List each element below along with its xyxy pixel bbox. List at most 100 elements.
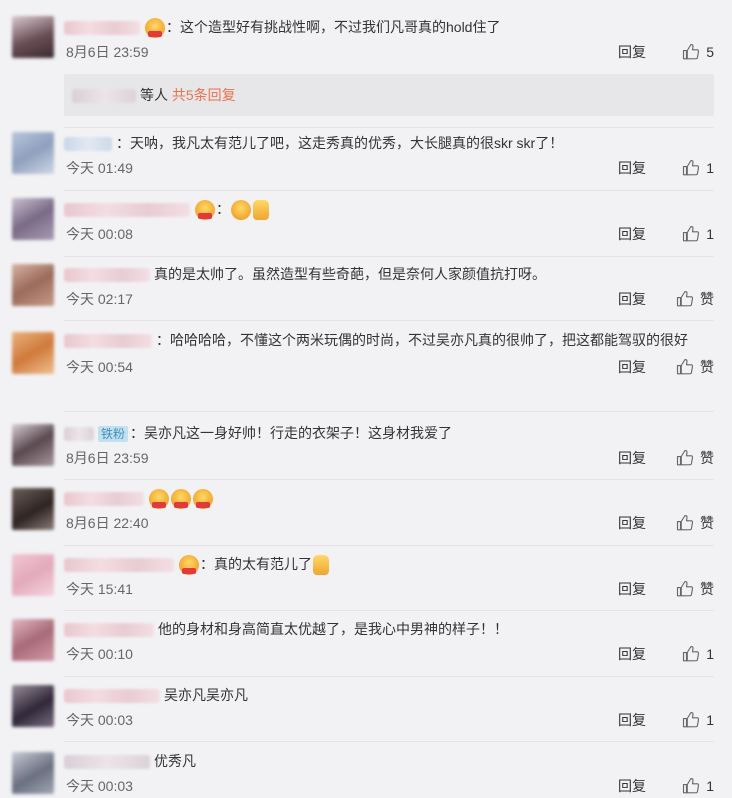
comment-text: ：吴亦凡这一身好帅！行走的衣架子！这身材我爱了 bbox=[130, 425, 453, 441]
crown-emoji-icon bbox=[193, 489, 213, 510]
like-button[interactable]: 1 bbox=[664, 774, 714, 798]
reply-button[interactable]: 回复 bbox=[618, 642, 646, 666]
comment-meta: 今天 00:03 回复 1 bbox=[64, 774, 714, 798]
divider bbox=[64, 411, 714, 412]
comment-body: 真的是太帅了。虽然造型有些奇葩，但是奈何人家颜值抗打呀。 bbox=[64, 261, 714, 287]
thumbs-up-icon bbox=[676, 358, 694, 375]
reply-button[interactable]: 回复 bbox=[618, 222, 646, 246]
crown-emoji-icon bbox=[195, 200, 215, 221]
comment-item: ：天呐，我凡太有范儿了吧，这走秀真的优秀，大长腿真的很skr skr了！ 今天 … bbox=[0, 130, 732, 180]
blush-emoji-icon bbox=[231, 200, 251, 221]
thumbs-up-icon bbox=[676, 449, 694, 466]
more-replies-link[interactable]: 共5条回复 bbox=[172, 87, 236, 103]
comment-meta: 今天 02:17 回复 赞 bbox=[64, 287, 714, 311]
like-button[interactable]: 赞 bbox=[664, 446, 714, 470]
crown-emoji-icon bbox=[179, 555, 199, 576]
like-count: 1 bbox=[706, 646, 714, 662]
divider bbox=[64, 741, 714, 742]
username[interactable] bbox=[64, 334, 152, 349]
like-button[interactable]: 1 bbox=[664, 222, 714, 246]
username[interactable] bbox=[72, 89, 136, 104]
comment-time: 今天 00:03 bbox=[66, 778, 133, 794]
divider bbox=[64, 545, 714, 546]
like-button[interactable]: 赞 bbox=[664, 577, 714, 601]
username[interactable] bbox=[64, 558, 174, 573]
comment-time: 今天 00:03 bbox=[66, 712, 133, 728]
comment-time: 今天 00:10 bbox=[66, 646, 133, 662]
reply-button[interactable]: 回复 bbox=[618, 577, 646, 601]
thumbs-up-icon bbox=[683, 159, 700, 176]
comment-meta: 8月6日 23:59 回复 5 bbox=[64, 40, 714, 64]
comment-item: 8月6日 22:40 回复 赞 bbox=[0, 485, 732, 535]
username[interactable] bbox=[64, 203, 190, 218]
username[interactable] bbox=[64, 755, 150, 770]
comment-time: 今天 00:08 bbox=[66, 226, 133, 242]
username[interactable] bbox=[64, 492, 144, 507]
comment-meta: 今天 01:49 回复 1 bbox=[64, 156, 714, 180]
comment-text: ：哈哈哈哈，不懂这个两米玩偶的时尚，不过吴亦凡真的很帅了，把这都能驾驭的很好 bbox=[156, 332, 688, 348]
username[interactable] bbox=[64, 137, 112, 152]
fan-badge: 铁粉 bbox=[98, 426, 129, 443]
comment-body: 优秀凡 bbox=[64, 748, 714, 774]
username[interactable] bbox=[64, 21, 140, 36]
comment-time: 今天 00:54 bbox=[66, 359, 133, 375]
like-button[interactable]: 5 bbox=[664, 40, 714, 64]
reply-button[interactable]: 回复 bbox=[618, 40, 646, 64]
more-replies[interactable]: 等人 共5条回复 bbox=[64, 74, 714, 116]
reply-button[interactable]: 回复 bbox=[618, 708, 646, 732]
thumbs-up-emoji-icon bbox=[313, 555, 329, 576]
divider bbox=[64, 127, 714, 128]
username[interactable] bbox=[64, 689, 160, 704]
reply-button[interactable]: 回复 bbox=[618, 156, 646, 180]
comment-body bbox=[64, 485, 714, 511]
thumbs-up-icon bbox=[683, 225, 700, 242]
divider bbox=[64, 676, 714, 677]
comment-meta: 今天 15:41 回复 赞 bbox=[64, 577, 714, 601]
divider bbox=[64, 479, 714, 480]
like-button[interactable]: 赞 bbox=[664, 287, 714, 311]
username[interactable] bbox=[64, 427, 94, 442]
comment-body: ：天呐，我凡太有范儿了吧，这走秀真的优秀，大长腿真的很skr skr了！ bbox=[64, 130, 714, 156]
comment-text: ：这个造型好有挑战性啊，不过我们凡哥真的hold住了 bbox=[166, 19, 501, 35]
crown-emoji-icon bbox=[149, 489, 169, 510]
username[interactable] bbox=[64, 268, 150, 283]
comment-item: 真的是太帅了。虽然造型有些奇葩，但是奈何人家颜值抗打呀。 今天 02:17 回复… bbox=[0, 261, 732, 311]
comment-body: ： bbox=[64, 196, 714, 222]
reply-button[interactable]: 回复 bbox=[618, 446, 646, 470]
comment-text: ：真的太有范儿了 bbox=[200, 556, 312, 572]
comment-meta: 今天 00:54 回复 赞 bbox=[64, 355, 714, 379]
like-count: 1 bbox=[706, 778, 714, 794]
like-button[interactable]: 赞 bbox=[664, 511, 714, 535]
like-button[interactable]: 1 bbox=[664, 708, 714, 732]
comment-item: ： 今天 00:08 回复 1 bbox=[0, 196, 732, 246]
like-button[interactable]: 1 bbox=[664, 156, 714, 180]
like-count: 赞 bbox=[700, 359, 714, 375]
crown-emoji-icon bbox=[145, 18, 165, 39]
reply-button[interactable]: 回复 bbox=[618, 774, 646, 798]
comment-time: 今天 02:17 bbox=[66, 291, 133, 307]
thumbs-up-icon bbox=[683, 711, 700, 728]
comment-meta: 今天 00:08 回复 1 bbox=[64, 222, 714, 246]
comment-meta: 8月6日 23:59 回复 赞 bbox=[64, 446, 714, 470]
thumbs-up-icon bbox=[683, 645, 700, 662]
comment-list: ：这个造型好有挑战性啊，不过我们凡哥真的hold住了 8月6日 23:59 回复… bbox=[0, 0, 732, 798]
like-count: 1 bbox=[706, 226, 714, 242]
comment-item: 优秀凡 今天 00:03 回复 1 bbox=[0, 748, 732, 798]
comment-time: 今天 01:49 bbox=[66, 160, 133, 176]
thumbs-up-emoji-icon bbox=[253, 200, 269, 221]
comment-text: 优秀凡 bbox=[154, 753, 196, 769]
comment-time: 8月6日 23:59 bbox=[66, 450, 149, 466]
reply-button[interactable]: 回复 bbox=[618, 287, 646, 311]
comment-text: 他的身材和身高简直太优越了，是我心中男神的样子！！ bbox=[158, 621, 508, 637]
like-button[interactable]: 1 bbox=[664, 642, 714, 666]
comment-time: 8月6日 22:40 bbox=[66, 515, 149, 531]
more-replies-users: 等人 bbox=[140, 87, 168, 103]
username[interactable] bbox=[64, 623, 154, 638]
divider bbox=[64, 190, 714, 191]
reply-button[interactable]: 回复 bbox=[618, 355, 646, 379]
comment-time: 8月6日 23:59 bbox=[66, 44, 149, 60]
like-button[interactable]: 赞 bbox=[664, 355, 714, 379]
comment-text: 真的是太帅了。虽然造型有些奇葩，但是奈何人家颜值抗打呀。 bbox=[154, 266, 546, 282]
like-count: 赞 bbox=[700, 450, 714, 466]
reply-button[interactable]: 回复 bbox=[618, 511, 646, 535]
